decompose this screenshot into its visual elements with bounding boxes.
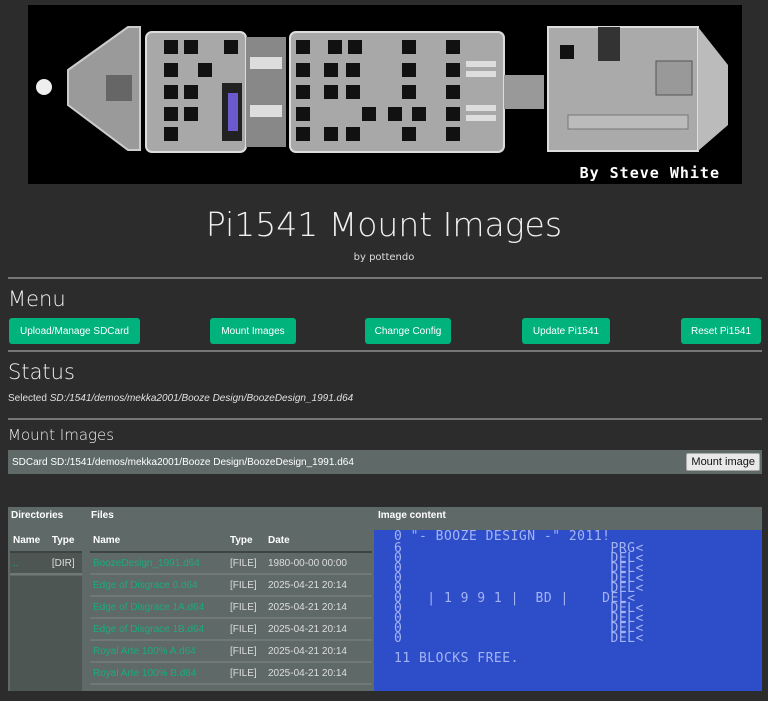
file-date: 2025-04-21 20:14 (265, 662, 372, 685)
page-title: Pi1541 Mount Images (205, 205, 563, 244)
table-row[interactable]: .. [DIR] (10, 552, 82, 575)
file-column-date: Date (265, 530, 372, 553)
dir-name-link[interactable]: .. (10, 552, 49, 575)
table-row[interactable]: Royal Arte 100% B.d64 [FILE] 2025-04-21 … (90, 662, 372, 685)
file-type: [FILE] (227, 596, 265, 619)
file-date: 2025-04-21 20:14 (265, 574, 372, 597)
file-name-link[interactable]: BoozeDesign_1991.d64 (90, 552, 227, 575)
files-heading: Files (91, 510, 114, 521)
table-row[interactable]: Edge of Disgrace 1B.d64 [FILE] 2025-04-2… (90, 618, 372, 641)
face-sprite-icon (36, 79, 52, 95)
file-date: 2025-04-21 20:14 (265, 596, 372, 619)
dir-type: [DIR] (48, 552, 82, 575)
file-name-link[interactable]: Edge of Disgrace 0.d64 (90, 574, 227, 597)
page-subtitle: by pottendo (353, 252, 415, 263)
status-path: SD:/1541/demos/mekka2001/Booze Design/Bo… (49, 393, 354, 404)
directories-table: Name Type .. [DIR] (10, 530, 82, 575)
table-row[interactable]: Royal Arte 100% A.d64 [FILE] 2025-04-21 … (90, 640, 372, 663)
file-type: [FILE] (227, 552, 265, 575)
status-prefix: Selected (8, 393, 50, 404)
mount-images-button[interactable]: Mount Images (210, 318, 296, 344)
reset-pi1541-button[interactable]: Reset Pi1541 (681, 318, 761, 344)
file-name-link[interactable]: Royal Arte 100% B.d64 (90, 662, 227, 685)
divider (8, 350, 762, 352)
menu-heading: Menu (8, 287, 66, 311)
spaceship-illustration (36, 26, 728, 153)
divider (8, 418, 762, 420)
table-row[interactable]: Edge of Disgrace 1A.d64 [FILE] 2025-04-2… (90, 596, 372, 619)
file-column-name: Name (90, 530, 227, 553)
mount-path: SDCard SD:/1541/demos/mekka2001/Booze De… (12, 456, 354, 468)
table-row[interactable]: Edge of Disgrace 0.d64 [FILE] 2025-04-21… (90, 574, 372, 597)
file-date: 2025-04-21 20:14 (265, 618, 372, 641)
image-content-screen: 0 "- BOOZE DESIGN -" 2011! 6 PRG< 0 DEL<… (374, 530, 762, 691)
image-content-heading: Image content (378, 510, 446, 521)
mount-images-heading: Mount Images (8, 426, 115, 444)
banner: By Steve White (0, 0, 768, 188)
directories-panel (10, 576, 82, 691)
image-line: 11 BLOCKS FREE. (394, 651, 519, 666)
status-text: Selected SD:/1541/demos/mekka2001/Booze … (8, 393, 353, 404)
file-type: [FILE] (227, 574, 265, 597)
dir-column-name: Name (10, 530, 49, 553)
files-table: Name Type Date BoozeDesign_1991.d64 [FIL… (90, 530, 372, 685)
file-type: [FILE] (227, 640, 265, 663)
file-type: [FILE] (227, 618, 265, 641)
update-pi1541-button[interactable]: Update Pi1541 (522, 318, 610, 344)
status-heading: Status (8, 360, 75, 384)
banner-credit: By Steve White (579, 164, 720, 182)
mount-image-button[interactable]: Mount image (686, 453, 760, 471)
banner-image: By Steve White (28, 5, 742, 184)
mount-bar: SDCard SD:/1541/demos/mekka2001/Booze De… (8, 450, 762, 474)
dir-column-type: Type (48, 530, 82, 553)
change-config-button[interactable]: Change Config (365, 318, 451, 344)
image-line: 0 DEL< (394, 631, 644, 646)
file-date: 1980-00-00 00:00 (265, 552, 372, 575)
upload-manage-sdcard-button[interactable]: Upload/Manage SDCard (9, 318, 140, 344)
file-type: [FILE] (227, 662, 265, 685)
file-date: 2025-04-21 20:14 (265, 640, 372, 663)
divider (8, 277, 762, 279)
file-name-link[interactable]: Edge of Disgrace 1B.d64 (90, 618, 227, 641)
file-column-type: Type (227, 530, 265, 553)
file-browser: Directories Files Image content Name Typ… (8, 507, 762, 691)
file-name-link[interactable]: Edge of Disgrace 1A.d64 (90, 596, 227, 619)
directories-heading: Directories (11, 510, 64, 521)
table-row[interactable]: BoozeDesign_1991.d64 [FILE] 1980-00-00 0… (90, 552, 372, 575)
file-name-link[interactable]: Royal Arte 100% A.d64 (90, 640, 227, 663)
